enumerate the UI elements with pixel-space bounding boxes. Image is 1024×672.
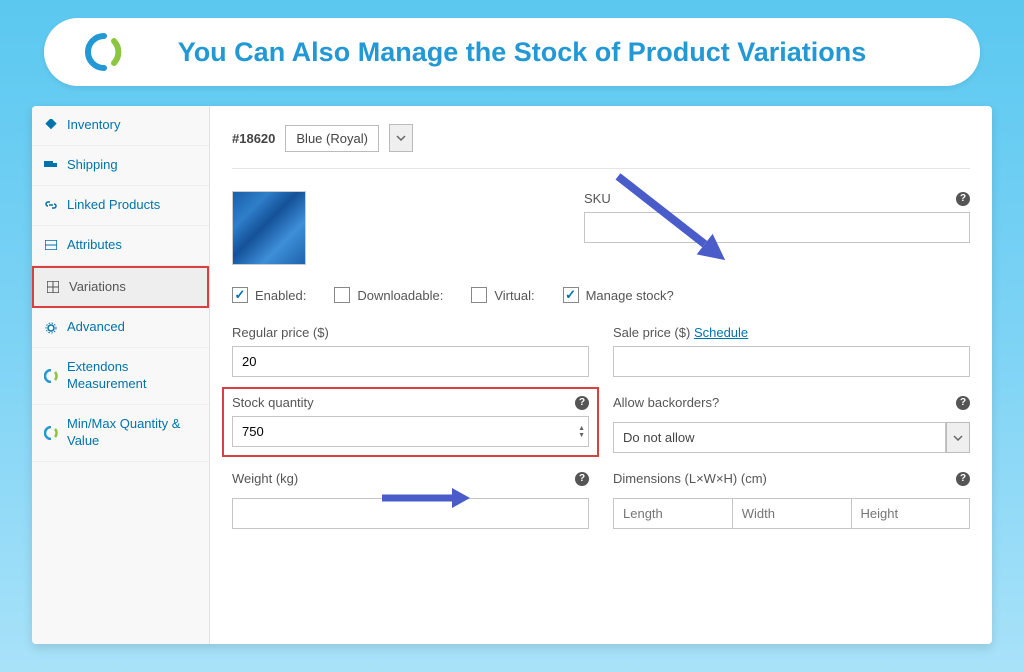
checkbox-label: Downloadable: <box>357 288 443 303</box>
enabled-checkbox[interactable]: ✓ Enabled: <box>232 287 306 303</box>
gear-icon <box>44 321 58 335</box>
manage-stock-checkbox[interactable]: ✓ Manage stock? <box>563 287 674 303</box>
downloadable-checkbox[interactable]: Downloadable: <box>334 287 443 303</box>
help-icon[interactable]: ? <box>575 472 589 486</box>
variation-header: #18620 Blue (Royal) <box>232 124 970 169</box>
variation-options-row: ✓ Enabled: Downloadable: Virtual: ✓ Mana… <box>232 287 970 303</box>
product-data-panel: Inventory Shipping Linked Products Attri… <box>32 106 992 644</box>
checkbox-label: Manage stock? <box>586 288 674 303</box>
ext-icon <box>44 369 58 383</box>
tab-inventory[interactable]: Inventory <box>32 106 209 146</box>
truck-icon <box>44 158 58 172</box>
tab-shipping[interactable]: Shipping <box>32 146 209 186</box>
attribute-color-select[interactable]: Blue (Royal) <box>285 125 379 152</box>
field-label: Dimensions (L×W×H) (cm) <box>613 471 767 486</box>
ext-icon <box>44 426 58 440</box>
tab-extendons-measurement[interactable]: Extendons Measurement <box>32 348 209 405</box>
list-icon <box>44 238 58 252</box>
stock-quantity-input[interactable] <box>232 416 589 447</box>
length-input[interactable] <box>613 498 732 529</box>
dropdown-toggle[interactable] <box>946 422 970 453</box>
tab-label: Inventory <box>67 117 120 134</box>
sale-price-input[interactable] <box>613 346 970 377</box>
tab-advanced[interactable]: Advanced <box>32 308 209 348</box>
checkbox-label: Virtual: <box>494 288 534 303</box>
chevron-down-icon <box>396 135 406 141</box>
highlight-annotation: Stock quantity ? ▲▼ <box>222 387 599 457</box>
sku-input[interactable] <box>584 212 970 243</box>
sku-label: SKU <box>584 191 611 206</box>
checkbox-icon: ✓ <box>232 287 248 303</box>
help-icon[interactable]: ? <box>956 192 970 206</box>
schedule-link[interactable]: Schedule <box>694 325 748 340</box>
field-label: Stock quantity <box>232 395 314 410</box>
number-spinner-icon[interactable]: ▲▼ <box>578 425 585 439</box>
field-label: Allow backorders? <box>613 395 719 410</box>
diamond-icon <box>44 118 58 132</box>
dimensions-field: Dimensions (L×W×H) (cm) ? <box>613 471 970 529</box>
variation-id: #18620 <box>232 131 275 146</box>
virtual-checkbox[interactable]: Virtual: <box>471 287 534 303</box>
tab-label: Attributes <box>67 237 122 254</box>
checkbox-label: Enabled: <box>255 288 306 303</box>
tab-attributes[interactable]: Attributes <box>32 226 209 266</box>
chevron-down-icon <box>953 435 963 441</box>
tab-label: Shipping <box>67 157 118 174</box>
link-icon <box>44 198 58 212</box>
tab-label: Variations <box>69 279 126 296</box>
height-input[interactable] <box>851 498 970 529</box>
dropdown-value: Blue (Royal) <box>296 131 368 146</box>
width-input[interactable] <box>732 498 851 529</box>
regular-price-field: Regular price ($) <box>232 325 589 377</box>
help-icon[interactable]: ? <box>956 396 970 410</box>
tab-label: Linked Products <box>67 197 160 214</box>
arrow-annotation-icon <box>380 486 470 510</box>
variation-image-thumbnail[interactable] <box>232 191 306 265</box>
sale-price-field: Sale price ($) Schedule <box>613 325 970 377</box>
page-title: You Can Also Manage the Stock of Product… <box>160 37 940 68</box>
checkbox-icon <box>334 287 350 303</box>
tab-linked-products[interactable]: Linked Products <box>32 186 209 226</box>
checkbox-icon: ✓ <box>563 287 579 303</box>
title-bar: You Can Also Manage the Stock of Product… <box>44 18 980 86</box>
tab-variations[interactable]: Variations <box>32 266 209 309</box>
stock-quantity-field: Stock quantity ? ▲▼ <box>232 395 589 453</box>
backorders-select[interactable]: Do not allow <box>613 422 946 453</box>
variation-editor: #18620 Blue (Royal) SKU ? ✓ Enabled: <box>210 106 992 644</box>
checkbox-icon <box>471 287 487 303</box>
tab-min-max-quantity[interactable]: Min/Max Quantity & Value <box>32 405 209 462</box>
product-data-sidebar: Inventory Shipping Linked Products Attri… <box>32 106 210 644</box>
tab-label: Extendons Measurement <box>67 359 197 393</box>
help-icon[interactable]: ? <box>956 472 970 486</box>
tab-label: Advanced <box>67 319 125 336</box>
help-icon[interactable]: ? <box>575 396 589 410</box>
field-label: Weight (kg) <box>232 471 298 486</box>
extendons-logo-icon <box>84 32 124 72</box>
field-label: Regular price ($) <box>232 325 589 340</box>
tab-label: Min/Max Quantity & Value <box>67 416 197 450</box>
regular-price-input[interactable] <box>232 346 589 377</box>
field-label: Sale price ($) Schedule <box>613 325 970 340</box>
grid-icon <box>46 280 60 294</box>
backorders-field: Allow backorders? ? Do not allow <box>613 395 970 453</box>
dropdown-toggle[interactable] <box>389 124 413 152</box>
